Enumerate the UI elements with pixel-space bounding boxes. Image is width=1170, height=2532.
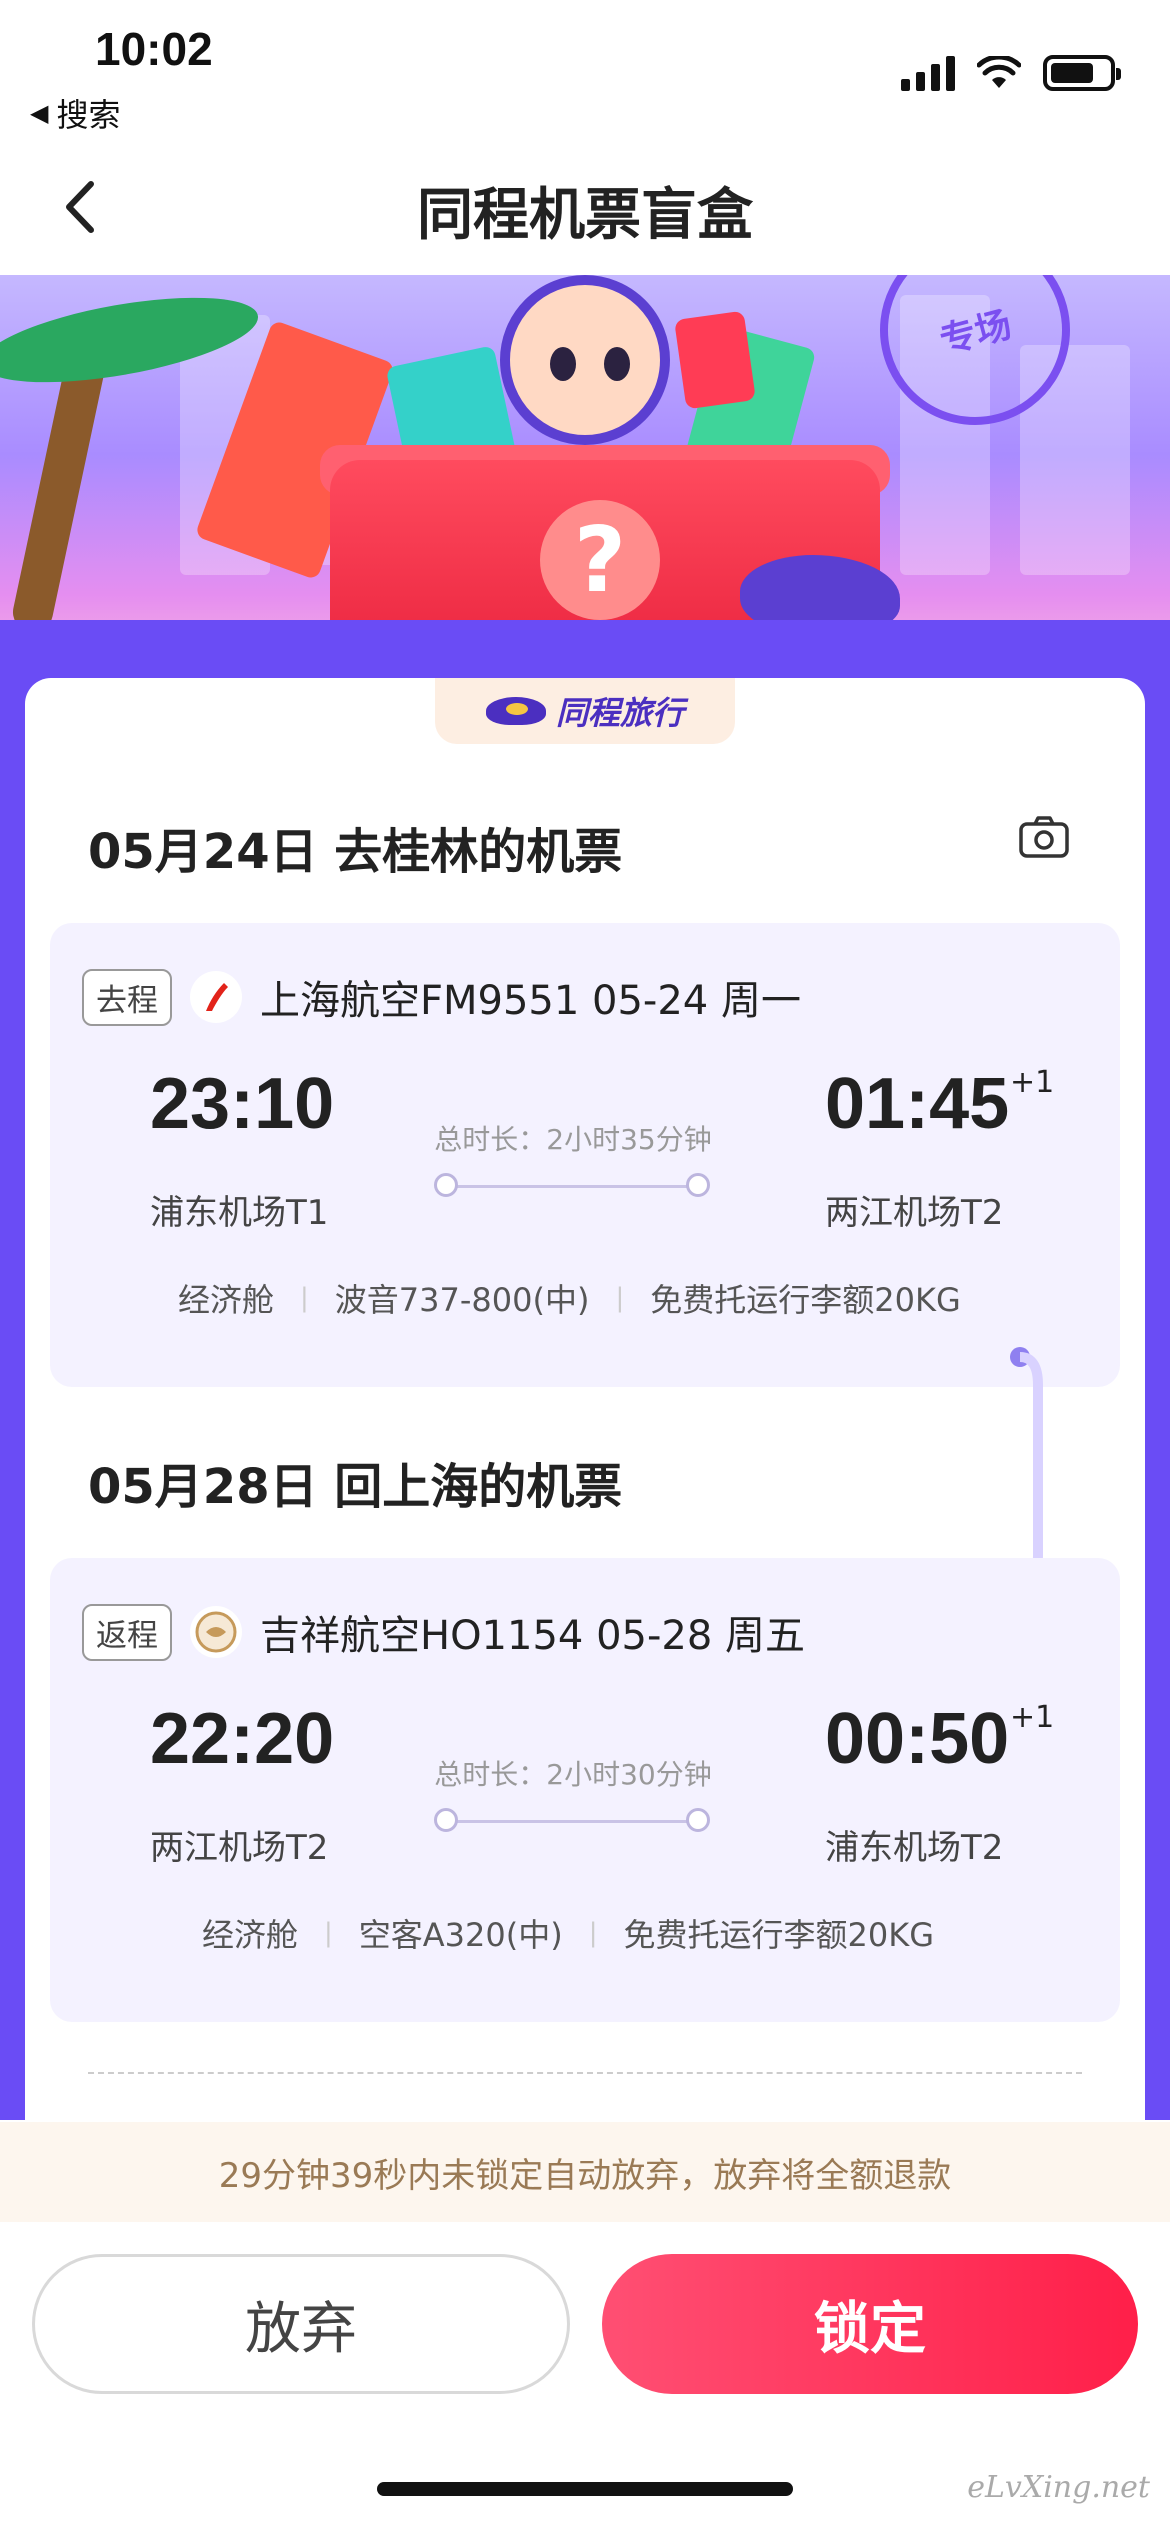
return-section-title: 05月28日 回上海的机票 — [88, 1459, 623, 1515]
mascot-illustration — [500, 275, 670, 445]
flight-header: 去程 上海航空FM9551 05-24 周一 — [82, 968, 801, 1026]
lock-countdown-notice: 29分钟39秒内未锁定自动放弃，放弃将全额退款 — [0, 2122, 1170, 2222]
promo-banner: ? 专场 — [0, 275, 1170, 675]
status-time: 10:02 — [95, 23, 213, 75]
back-to-app-label: 搜索 — [56, 96, 121, 134]
question-mark-icon: ? — [540, 500, 660, 620]
day-offset: +1 — [1010, 1065, 1055, 1100]
page-title: 同程机票盲盒 — [417, 183, 753, 248]
shanghai-airlines-logo-icon — [190, 971, 242, 1023]
separator: | — [324, 1918, 333, 1948]
day-offset: +1 — [1010, 1700, 1055, 1735]
back-to-app-link[interactable]: ◀ 搜索 — [30, 90, 120, 136]
cabin-class: 经济舱 — [202, 1916, 299, 1954]
aircraft-type: 波音737-800(中) — [334, 1281, 590, 1319]
duration-start-dot — [434, 1808, 458, 1832]
baggage-allowance: 免费托运行李额20KG — [650, 1281, 961, 1319]
arrival-airport: 浦东机场T2 — [825, 1828, 1004, 1868]
outbound-flight-block[interactable]: 去程 上海航空FM9551 05-24 周一 23:10 01:45 +1 总时… — [50, 923, 1120, 1387]
arrival-time: 00:50 — [825, 1699, 1010, 1779]
departure-airport: 浦东机场T1 — [150, 1193, 329, 1233]
home-indicator[interactable] — [377, 2482, 793, 2496]
departure-time: 22:20 — [150, 1699, 335, 1779]
wifi-icon — [977, 56, 1021, 88]
status-icons — [901, 55, 1121, 91]
brand-tag: 同程旅行 — [435, 678, 735, 744]
duration-line — [446, 1820, 700, 1823]
status-bar: 10:02 ◀ 搜索 — [0, 0, 1170, 150]
brand-name: 同程旅行 — [555, 694, 684, 732]
separator: | — [588, 1918, 598, 1948]
arrival-airport: 两江机场T2 — [825, 1193, 1004, 1233]
battery-icon — [1043, 55, 1121, 91]
flight-details: 经济舱 | 波音737-800(中) | 免费托运行李额20KG — [178, 1275, 961, 1321]
lock-button[interactable]: 锁定 — [602, 2254, 1138, 2394]
departure-airport: 两江机场T2 — [150, 1828, 329, 1868]
duration-start-dot — [434, 1173, 458, 1197]
return-flight-block[interactable]: 返程 吉祥航空HO1154 05-28 周五 22:20 00:50 +1 总时… — [50, 1558, 1120, 2022]
back-triangle-icon: ◀ — [30, 99, 49, 127]
tongcheng-logo-icon — [485, 697, 546, 725]
abandon-button[interactable]: 放弃 — [32, 2254, 570, 2394]
flight-details: 经济舱 | 空客A320(中) | 免费托运行李额20KG — [202, 1910, 934, 1956]
duration-end-dot — [686, 1808, 710, 1832]
duration-end-dot — [686, 1173, 710, 1197]
cabin-class: 经济舱 — [178, 1281, 275, 1319]
baggage-allowance: 免费托运行李额20KG — [623, 1916, 935, 1954]
airline-flight-info: 吉祥航空HO1154 05-28 周五 — [260, 1613, 806, 1659]
flight-duration: 总时长：2小时35分钟 — [434, 1123, 712, 1156]
airline-flight-info: 上海航空FM9551 05-24 周一 — [260, 978, 801, 1024]
cellular-signal-icon — [901, 55, 955, 91]
arrival-time: 01:45 — [825, 1064, 1010, 1144]
nav-bar: 同程机票盲盒 — [0, 150, 1170, 275]
watermark: eLvXing.net — [967, 2470, 1150, 2505]
departure-time: 23:10 — [150, 1064, 335, 1144]
direction-badge: 返程 — [82, 1603, 172, 1661]
divider — [88, 2072, 1082, 2074]
juneyao-airlines-logo-icon — [190, 1606, 242, 1658]
flight-duration: 总时长：2小时30分钟 — [434, 1758, 712, 1791]
outbound-section-title: 05月24日 去桂林的机票 — [88, 824, 623, 880]
flight-header: 返程 吉祥航空HO1154 05-28 周五 — [82, 1603, 805, 1661]
direction-badge: 去程 — [82, 968, 172, 1026]
duration-line — [446, 1185, 700, 1188]
separator: | — [300, 1283, 309, 1313]
camera-icon[interactable] — [1018, 815, 1070, 859]
aircraft-type: 空客A320(中) — [358, 1916, 563, 1954]
separator: | — [615, 1283, 625, 1313]
